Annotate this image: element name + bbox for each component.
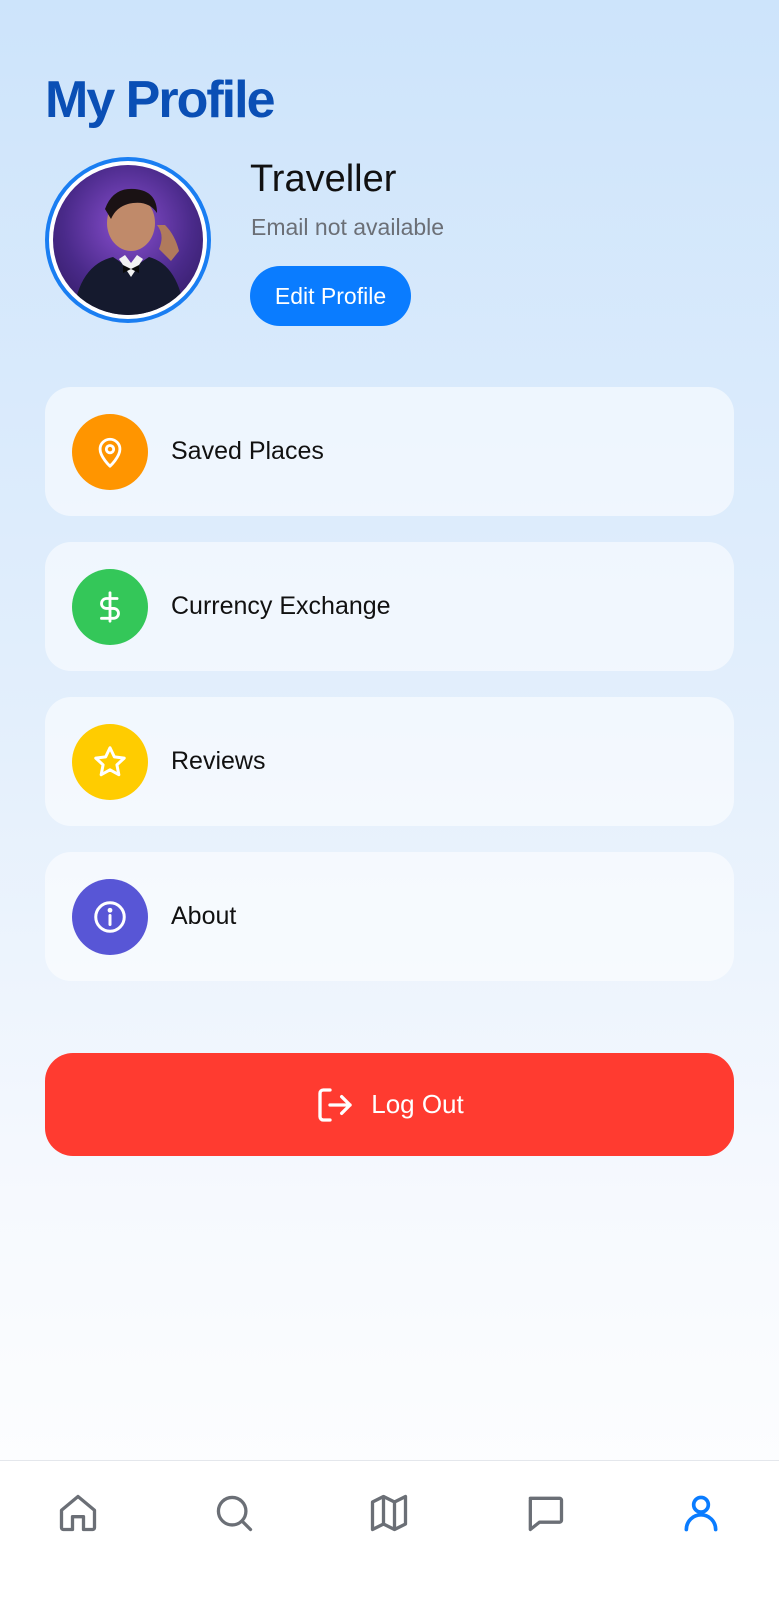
map-icon[interactable] bbox=[361, 1485, 417, 1541]
profile-email: Email not available bbox=[251, 214, 445, 240]
star-icon bbox=[72, 723, 148, 800]
menu-item-label: About bbox=[171, 902, 237, 930]
menu-item-reviews[interactable]: Reviews bbox=[45, 697, 734, 826]
menu-item-saved-places[interactable]: Saved Places bbox=[45, 387, 734, 516]
chat-icon[interactable] bbox=[517, 1485, 573, 1541]
dollar-icon bbox=[72, 568, 148, 645]
menu-item-about[interactable]: About bbox=[45, 852, 734, 981]
logout-label: Log Out bbox=[371, 1089, 464, 1119]
avatar[interactable] bbox=[45, 157, 211, 323]
home-icon[interactable] bbox=[50, 1485, 106, 1541]
info-icon bbox=[72, 878, 148, 955]
profile-icon[interactable] bbox=[673, 1485, 729, 1541]
edit-profile-button[interactable]: Edit Profile bbox=[250, 266, 411, 326]
menu-item-currency-exchange[interactable]: Currency Exchange bbox=[45, 542, 734, 671]
map-pin-icon bbox=[72, 413, 148, 490]
menu-item-label: Currency Exchange bbox=[171, 592, 391, 620]
search-icon[interactable] bbox=[206, 1485, 262, 1541]
logout-icon bbox=[318, 1087, 352, 1122]
profile-name: Traveller bbox=[250, 158, 397, 200]
menu-item-label: Reviews bbox=[171, 747, 266, 775]
menu-item-label: Saved Places bbox=[171, 437, 324, 465]
avatar-photo bbox=[53, 165, 203, 315]
bottom-nav bbox=[0, 1460, 779, 1600]
page-title: My Profile bbox=[45, 71, 275, 129]
logout-button[interactable]: Log Out bbox=[45, 1053, 734, 1156]
